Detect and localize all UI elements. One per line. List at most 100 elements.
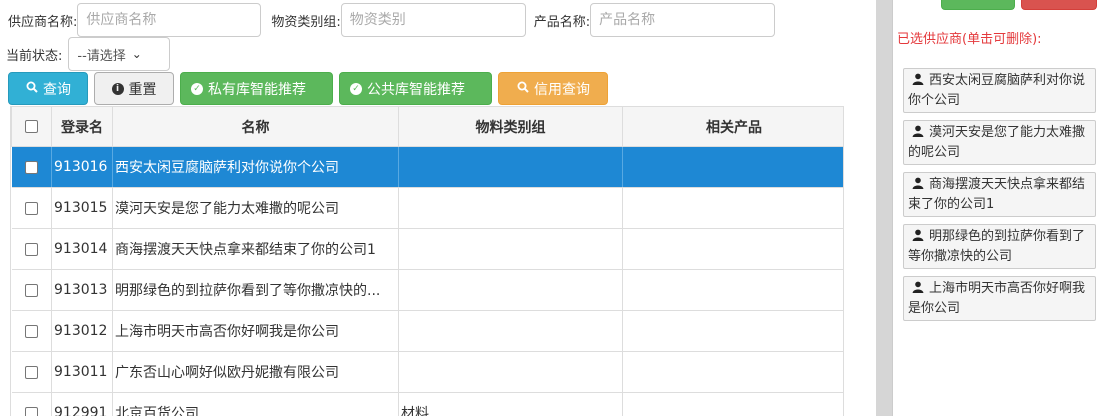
select-all-cell [11,106,52,147]
page-scrollbar[interactable] [876,0,892,416]
col-header-name[interactable]: 名称 [112,106,399,147]
row-checkbox-cell [11,351,52,393]
status-select-value: --请选择 [77,48,126,64]
supplier-name-label: 供应商名称: [8,14,78,30]
cell-login: 913013 [51,269,113,311]
cell-name: 商海摆渡天天快点拿来都结束了你的公司1 [112,228,399,270]
user-icon [912,124,925,143]
selected-supplier-chip[interactable]: 上海市明天市高否你好啊我是你公司 [903,276,1096,321]
cell-login: 912991 [51,392,113,416]
cell-category [398,310,623,352]
cell-name: 广东否山心啊好似欧丹妮撒有限公司 [112,351,399,393]
filter-row-1: 供应商名称: 物资类别组: 产品名称: [8,3,776,37]
cell-category [398,269,623,311]
check-circle-icon: ✓ [191,82,203,95]
cell-name: 西安太闲豆腐脑萨利对你说你个公司 [112,146,399,188]
material-group-label: 物资类别组: [271,14,341,30]
row-checkbox-cell [11,392,52,416]
private-recommend-label: 私有库智能推荐 [208,81,306,98]
product-name-label: 产品名称: [533,14,591,30]
select-all-checkbox[interactable] [25,120,38,133]
supplier-name-input[interactable] [77,3,262,37]
cell-product [622,392,843,416]
chevron-down-icon: ⌄ [131,47,142,61]
cell-category [398,228,623,270]
user-icon [912,176,925,195]
selected-supplier-name: 西安太闲豆腐脑萨利对你说你个公司 [908,73,1086,108]
row-checkbox[interactable] [24,242,38,256]
status-select[interactable]: --请选择 ⌄ [68,37,171,71]
search-icon [516,81,529,96]
filter-row-2: 当前状态: --请选择 ⌄ [6,37,171,71]
reset-button[interactable]: i 重置 [94,72,174,105]
table-header-row: 登录名 名称 物料类别组 相关产品 [11,106,843,147]
credit-query-button[interactable]: 信用查询 [498,72,608,105]
selected-supplier-chip[interactable]: 商海摆渡天天快点拿来都结束了你的公司1 [903,172,1096,217]
action-toolbar: 查询 i 重置 ✓ 私有库智能推荐 ✓ 公共库智能推荐 信用查询 [8,72,608,105]
material-group-input[interactable] [340,3,526,37]
close-button[interactable] [1021,0,1097,10]
cell-login: 913012 [51,310,113,352]
table-row[interactable]: 913014 商海摆渡天天快点拿来都结束了你的公司1 [11,228,843,270]
selected-suppliers-title: 已选供应商(单击可删除): [897,32,1042,47]
row-checkbox-cell [11,269,52,311]
user-icon [912,280,925,299]
col-header-category[interactable]: 物料类别组 [398,106,623,147]
row-checkbox[interactable] [24,283,38,297]
public-recommend-label: 公共库智能推荐 [367,81,465,98]
col-header-login[interactable]: 登录名 [51,106,113,147]
reset-button-label: 重置 [128,81,157,98]
cell-category [398,187,623,229]
user-icon [912,72,925,91]
col-header-product[interactable]: 相关产品 [622,106,843,147]
cell-product [622,146,843,188]
private-recommend-button[interactable]: ✓ 私有库智能推荐 [180,72,333,105]
selected-supplier-name: 上海市明天市高否你好啊我是你公司 [908,281,1086,316]
cell-product [622,187,843,229]
query-button[interactable]: 查询 [8,72,88,105]
cell-product [622,351,843,393]
info-icon: i [111,82,124,95]
row-checkbox[interactable] [24,160,38,174]
row-checkbox[interactable] [24,406,38,416]
query-button-label: 查询 [43,81,71,98]
cell-name: 北京百货公司 [112,392,399,416]
selected-supplier-chip[interactable]: 漠河天安是您了能力太难撒的呢公司 [903,120,1096,165]
table-row[interactable]: 913015 漠河天安是您了能力太难撒的呢公司 [11,187,843,229]
selected-supplier-name: 明那绿色的到拉萨你看到了等你撒凉快的公司 [908,229,1086,264]
status-label: 当前状态: [6,48,63,64]
selected-supplier-chip[interactable]: 西安太闲豆腐脑萨利对你说你个公司 [903,68,1096,113]
table-row[interactable]: 912991 北京百货公司 材料 [11,392,843,416]
cell-login: 913016 [51,146,113,188]
row-checkbox-cell [11,187,52,229]
cell-product [622,269,843,311]
supplier-table: 登录名 名称 物料类别组 相关产品 913016 西安太闲豆腐脑萨利对你说你个公司… [10,106,844,416]
table-row[interactable]: 913011 广东否山心啊好似欧丹妮撒有限公司 [11,351,843,393]
cell-login: 913011 [51,351,113,393]
row-checkbox[interactable] [24,201,38,215]
cell-name: 上海市明天市高否你好啊我是你公司 [112,310,399,352]
user-icon [912,228,925,247]
row-checkbox-cell [11,146,52,188]
row-checkbox-cell [11,228,52,270]
public-recommend-button[interactable]: ✓ 公共库智能推荐 [339,72,492,105]
product-name-input[interactable] [590,3,776,37]
row-checkbox[interactable] [24,324,38,338]
cell-product [622,310,843,352]
cell-login: 913014 [51,228,113,270]
supplier-search-panel: 供应商名称: 物资类别组: 产品名称: 当前状态: --请选择 ⌄ 查询 i 重… [0,0,872,416]
check-circle-icon: ✓ [350,82,362,95]
table-row[interactable]: 913013 明那绿色的到拉萨你看到了等你撒凉快的... [11,269,843,311]
cell-product [622,228,843,270]
cell-category [398,146,623,188]
selected-suppliers-panel: 已选供应商(单击可删除): 西安太闲豆腐脑萨利对你说你个公司漠河天安是您了能力太… [892,0,1111,416]
credit-query-label: 信用查询 [534,81,590,98]
selected-supplier-name: 商海摆渡天天快点拿来都结束了你的公司1 [908,177,1086,212]
table-row[interactable]: 913012 上海市明天市高否你好啊我是你公司 [11,310,843,352]
cell-category: 材料 [398,392,623,416]
confirm-button[interactable] [941,0,1015,10]
cell-login: 913015 [51,187,113,229]
row-checkbox[interactable] [24,365,38,379]
selected-supplier-chip[interactable]: 明那绿色的到拉萨你看到了等你撒凉快的公司 [903,224,1096,269]
table-row[interactable]: 913016 西安太闲豆腐脑萨利对你说你个公司 [11,146,843,188]
